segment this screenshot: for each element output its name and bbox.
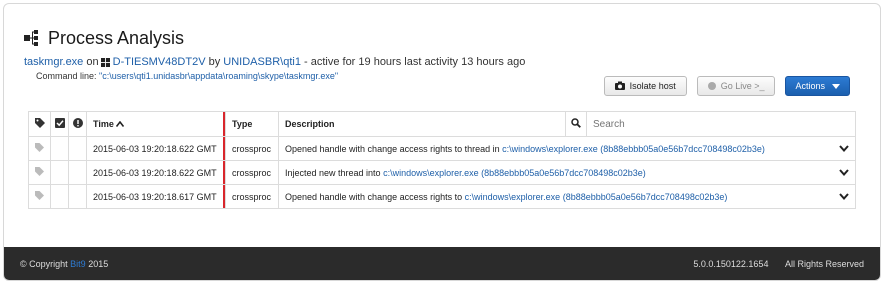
actions-label: Actions (795, 81, 825, 91)
tag-icon (35, 167, 44, 176)
rights-text: All Rights Reserved (784, 258, 864, 269)
row-alert-cell (68, 184, 87, 209)
search-icon (571, 118, 581, 128)
command-line-label: Command line: (36, 71, 97, 81)
windows-icon (100, 57, 110, 67)
row-alert-cell (68, 160, 87, 185)
row-description: Opened handle with change access rights … (278, 184, 856, 209)
app-window: Process Analysis taskmgr.exe on D-TIESMV… (3, 3, 881, 281)
type-column-header[interactable]: Type (225, 111, 279, 137)
tag-icon (34, 118, 45, 128)
table-row[interactable]: 2015-06-03 19:20:18.622 GMT crossproc Op… (28, 136, 856, 161)
go-live-button[interactable]: Go Live >_ (696, 76, 776, 96)
command-line-value[interactable]: "c:\users\qti1.unidasbr\appdata\roaming\… (99, 71, 338, 81)
tag-icon (35, 143, 44, 152)
title-row: Process Analysis (24, 26, 860, 50)
isolate-host-label: Isolate host (629, 81, 676, 91)
row-type: crossproc (225, 184, 279, 209)
footer: © Copyright Bit9 2015 5.0.0.150122.1654 … (4, 247, 880, 280)
check-column-header[interactable] (50, 111, 69, 137)
row-tag-cell[interactable] (28, 136, 51, 161)
tag-column-header[interactable] (28, 111, 51, 137)
table-header-row: Time Type Description (28, 111, 856, 137)
by-label: by (208, 56, 221, 68)
action-buttons: Isolate host Go Live >_ Actions (603, 76, 850, 96)
page-title: Process Analysis (48, 27, 185, 48)
user-link[interactable]: UNIDASBR\qti1 (223, 56, 301, 68)
search-input[interactable] (587, 113, 855, 135)
row-alert-cell (68, 136, 87, 161)
row-check-cell (50, 136, 69, 161)
row-type: crossproc (225, 160, 279, 185)
camera-icon (614, 81, 625, 92)
description-path-link[interactable]: c:\windows\explorer.exe (383, 168, 479, 178)
copyright-prefix: © Copyright (20, 258, 68, 269)
chevron-down-icon[interactable] (839, 192, 849, 202)
description-hash-link[interactable]: (8b88ebbb05a0e56b7dcc708498c02b3e) (600, 144, 765, 154)
row-tag-cell[interactable] (28, 160, 51, 185)
table-row[interactable]: 2015-06-03 19:20:18.617 GMT crossproc Op… (28, 184, 856, 209)
description-hash-link[interactable]: (8b88ebbb05a0e56b7dcc708498c02b3e) (481, 168, 646, 178)
process-name-link[interactable]: taskmgr.exe (24, 56, 83, 68)
brand-link[interactable]: Bit9 (70, 259, 86, 269)
row-tag-cell[interactable] (28, 184, 51, 209)
alert-column-header[interactable] (68, 111, 87, 137)
live-status-icon (707, 82, 716, 90)
row-description: Injected new thread into c:\windows\expl… (278, 160, 856, 185)
isolate-host-button[interactable]: Isolate host (603, 76, 687, 96)
description-text: Opened handle with change access rights … (285, 143, 500, 154)
time-header-label: Time (93, 119, 114, 129)
row-description: Opened handle with change access rights … (278, 136, 856, 161)
actions-dropdown-button[interactable]: Actions (785, 76, 850, 96)
description-text: Opened handle with change access rights … (285, 191, 463, 202)
description-path-link[interactable]: c:\windows\explorer.exe (465, 192, 561, 202)
row-check-cell (50, 184, 69, 209)
version-text: 5.0.0.150122.1654 (693, 258, 769, 269)
process-header: Process Analysis taskmgr.exe on D-TIESMV… (24, 26, 860, 81)
row-check-cell (50, 160, 69, 185)
chevron-down-icon[interactable] (839, 144, 849, 154)
process-summary: taskmgr.exe on D-TIESMV48DT2V by UNIDASB… (24, 56, 860, 68)
time-column-header[interactable]: Time (86, 111, 226, 137)
activity-text: - active for 19 hours last activity 13 h… (304, 56, 526, 68)
description-column-header[interactable]: Description (278, 111, 566, 137)
description-path-link[interactable]: c:\windows\explorer.exe (502, 144, 598, 154)
search-icon-cell[interactable] (565, 111, 587, 137)
table-row[interactable]: 2015-06-03 19:20:18.622 GMT crossproc In… (28, 160, 856, 185)
description-hash-link[interactable]: (8b88ebbb05a0e56b7dcc708498c02b3e) (563, 192, 728, 202)
alert-icon (72, 118, 83, 128)
go-live-label: Go Live >_ (720, 81, 765, 91)
row-time: 2015-06-03 19:20:18.622 GMT (86, 160, 226, 185)
row-time: 2015-06-03 19:20:18.622 GMT (86, 136, 226, 161)
row-time: 2015-06-03 19:20:18.617 GMT (86, 184, 226, 209)
caret-down-icon (832, 83, 840, 89)
description-text: Injected new thread into (285, 167, 381, 178)
on-label: on (86, 56, 99, 68)
chevron-down-icon[interactable] (839, 168, 849, 178)
tag-icon (35, 191, 44, 200)
copyright-year: 2015 (88, 258, 109, 269)
search-cell (586, 111, 856, 137)
footer-right: 5.0.0.150122.1654 All Rights Reserved (679, 259, 864, 269)
host-link[interactable]: D-TIESMV48DT2V (113, 56, 206, 68)
process-tree-icon (24, 30, 38, 46)
events-table: Time Type Description Search 2015-06-03 … (28, 111, 856, 209)
checkbox-icon (54, 118, 65, 128)
row-type: crossproc (225, 136, 279, 161)
sort-ascending-icon (116, 119, 125, 129)
